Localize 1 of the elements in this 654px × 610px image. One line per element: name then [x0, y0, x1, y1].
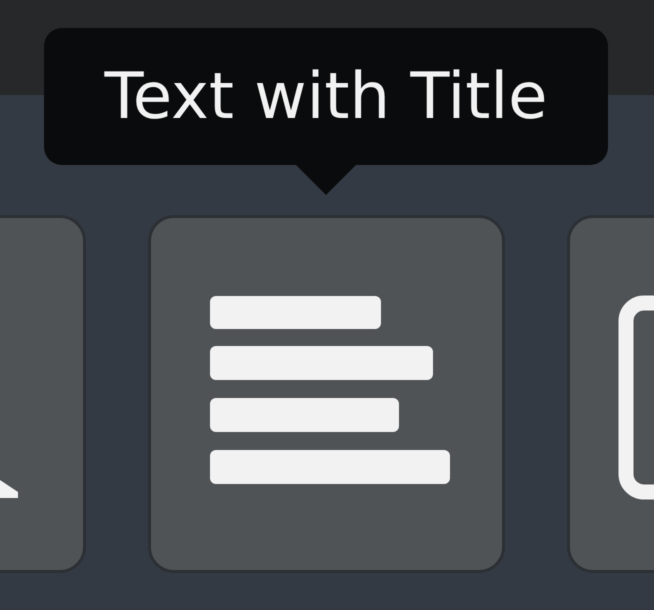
- tooltip: Text with Title: [44, 28, 608, 165]
